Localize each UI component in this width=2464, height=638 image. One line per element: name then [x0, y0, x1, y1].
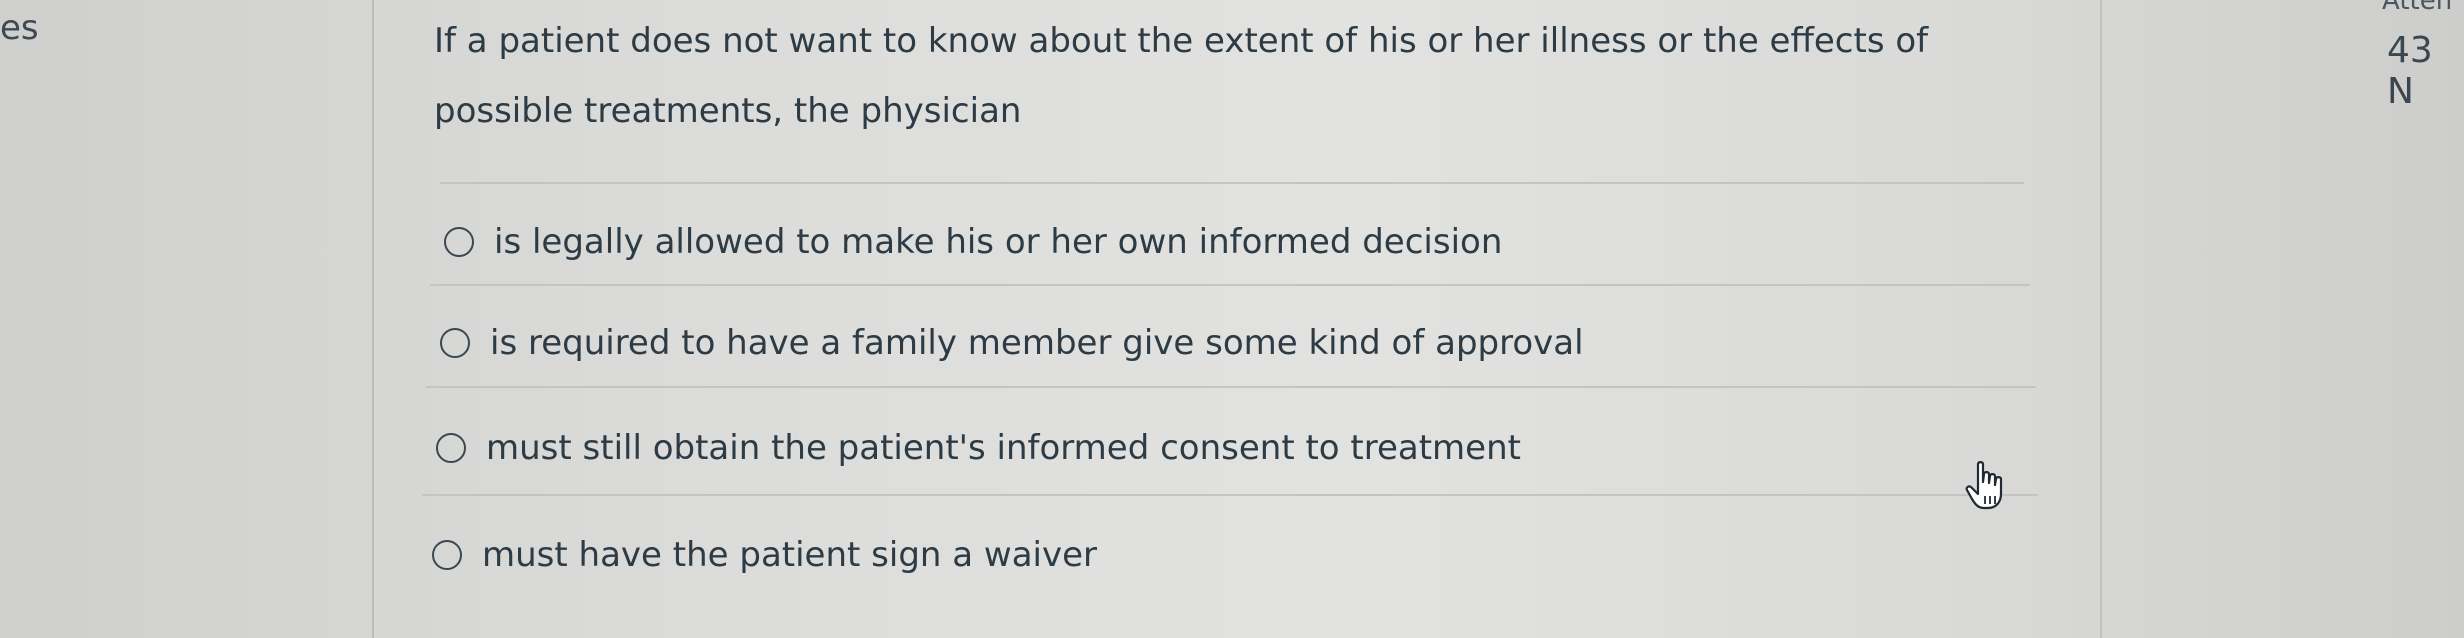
right-panel-heading-fragment: Atten	[2382, 0, 2453, 16]
answer-option-2[interactable]: is required to have a family member give…	[440, 323, 1584, 363]
question-divider	[440, 182, 2024, 184]
answer-option-3[interactable]: must still obtain the patient's informed…	[436, 428, 1521, 468]
radio-button[interactable]	[432, 540, 462, 570]
radio-button[interactable]	[440, 328, 470, 358]
radio-button[interactable]	[444, 227, 474, 257]
answer-option-4[interactable]: must have the patient sign a waiver	[432, 535, 1097, 575]
answer-option-label: is required to have a family member give…	[490, 323, 1584, 363]
answer-divider	[422, 494, 2038, 496]
question-text: If a patient does not want to know about…	[434, 21, 1929, 131]
quiz-screen: es Atten 43 N If a patient does not want…	[0, 0, 2464, 638]
right-panel-text-fragment: 43 N	[2387, 30, 2433, 112]
answer-option-1[interactable]: is legally allowed to make his or her ow…	[444, 222, 1502, 262]
answer-option-label: must have the patient sign a waiver	[482, 535, 1098, 575]
left-panel-text-fragment: es	[0, 8, 39, 48]
hand-pointer-icon	[1965, 461, 2003, 510]
radio-button[interactable]	[436, 433, 466, 463]
answer-option-label: must still obtain the patient's informed…	[486, 428, 1521, 468]
answer-option-label: is legally allowed to make his or her ow…	[494, 222, 1503, 262]
answer-divider	[430, 284, 2030, 286]
left-side-panel: es	[0, 0, 374, 638]
right-side-panel: Atten 43 N	[2100, 0, 2464, 638]
answer-divider	[426, 386, 2036, 388]
